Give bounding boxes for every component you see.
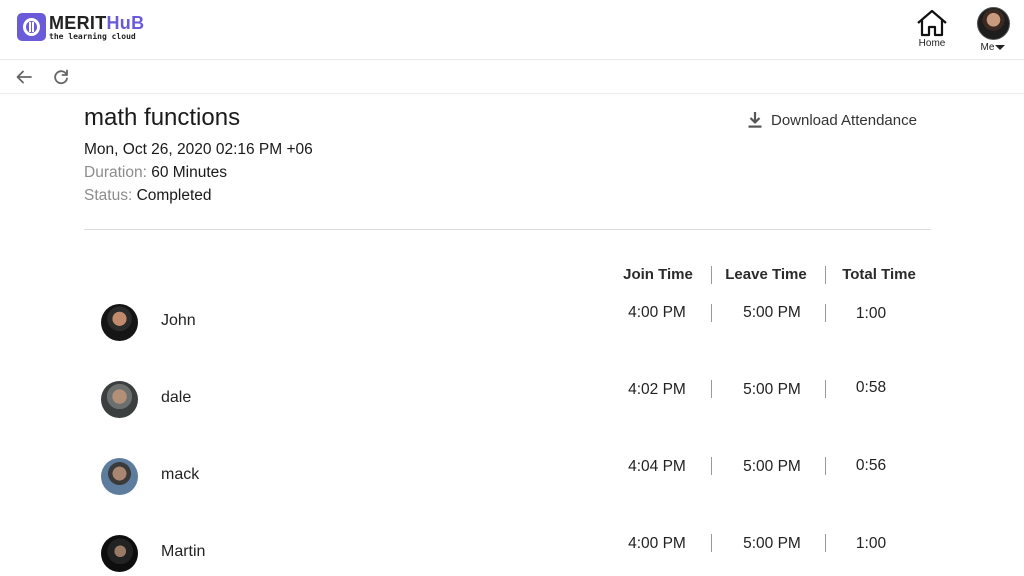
me-label: Me [980,42,995,53]
column-header-leave-time: Leave Time [725,266,807,283]
logo-merit: MERIT [49,12,107,33]
avatar [101,304,138,341]
participant-name: dale [161,389,192,406]
back-button[interactable] [15,68,33,86]
class-duration: Duration: 60 Minutes [84,164,227,182]
column-header-total-time: Total Time [842,266,916,283]
column-separator [711,457,712,475]
column-separator [825,534,826,552]
join-time: 4:02 PM [628,381,686,398]
profile-avatar [976,7,1010,40]
column-separator [711,266,712,284]
logo-tagline: the learning cloud [49,31,136,41]
participant-name: mack [161,466,200,483]
refresh-icon [54,69,68,85]
total-time: 1:00 [855,305,887,322]
column-separator [825,457,826,475]
column-separator [825,380,826,398]
section-divider [84,229,931,230]
arrow-left-icon [16,70,32,84]
participant-name: John [161,312,196,329]
avatar [101,535,138,572]
class-status: Status: Completed [84,187,212,205]
column-separator [825,266,826,284]
home-nav-button[interactable]: Home [912,9,952,49]
duration-label: Duration: [84,164,147,181]
column-separator [711,380,712,398]
home-label: Home [918,38,946,49]
leave-time: 5:00 PM [743,458,801,475]
leave-time: 5:00 PM [743,381,801,398]
avatar [101,381,138,418]
profile-menu-button[interactable]: Me [975,7,1011,53]
column-separator [825,304,826,322]
logo-hub: HuB [106,12,145,33]
download-attendance-label: Download Attendance [771,111,917,129]
status-value: Completed [136,187,212,204]
leave-time: 5:00 PM [743,535,801,552]
leave-time: 5:00 PM [743,304,801,321]
status-label: Status: [84,187,133,204]
download-icon [748,112,762,128]
class-datetime: Mon, Oct 26, 2020 02:16 PM +06 [84,141,313,158]
column-header-join-time: Join Time [623,266,693,283]
column-separator [711,534,712,552]
avatar [101,458,138,495]
join-time: 4:00 PM [628,535,686,552]
total-time: 1:00 [855,535,887,552]
total-time: 0:56 [855,457,887,474]
merithub-logo[interactable]: MERITHuB the learning cloud [17,13,144,41]
page-title: math functions [84,104,241,131]
join-time: 4:00 PM [628,304,686,321]
total-time: 0:58 [855,379,887,396]
join-time: 4:04 PM [628,458,686,475]
participant-name: Martin [161,543,206,560]
column-separator [711,304,712,322]
logo-mark-icon [17,13,46,41]
sub-toolbar [0,60,1024,94]
download-attendance-button[interactable]: Download Attendance [747,111,917,129]
logo-text: MERITHuB the learning cloud [49,14,144,41]
duration-value: 60 Minutes [151,164,228,181]
caret-down-icon [995,44,1006,50]
top-header: MERITHuB the learning cloud Home Me [0,0,1024,60]
refresh-button[interactable] [52,68,70,86]
home-icon [917,9,947,37]
